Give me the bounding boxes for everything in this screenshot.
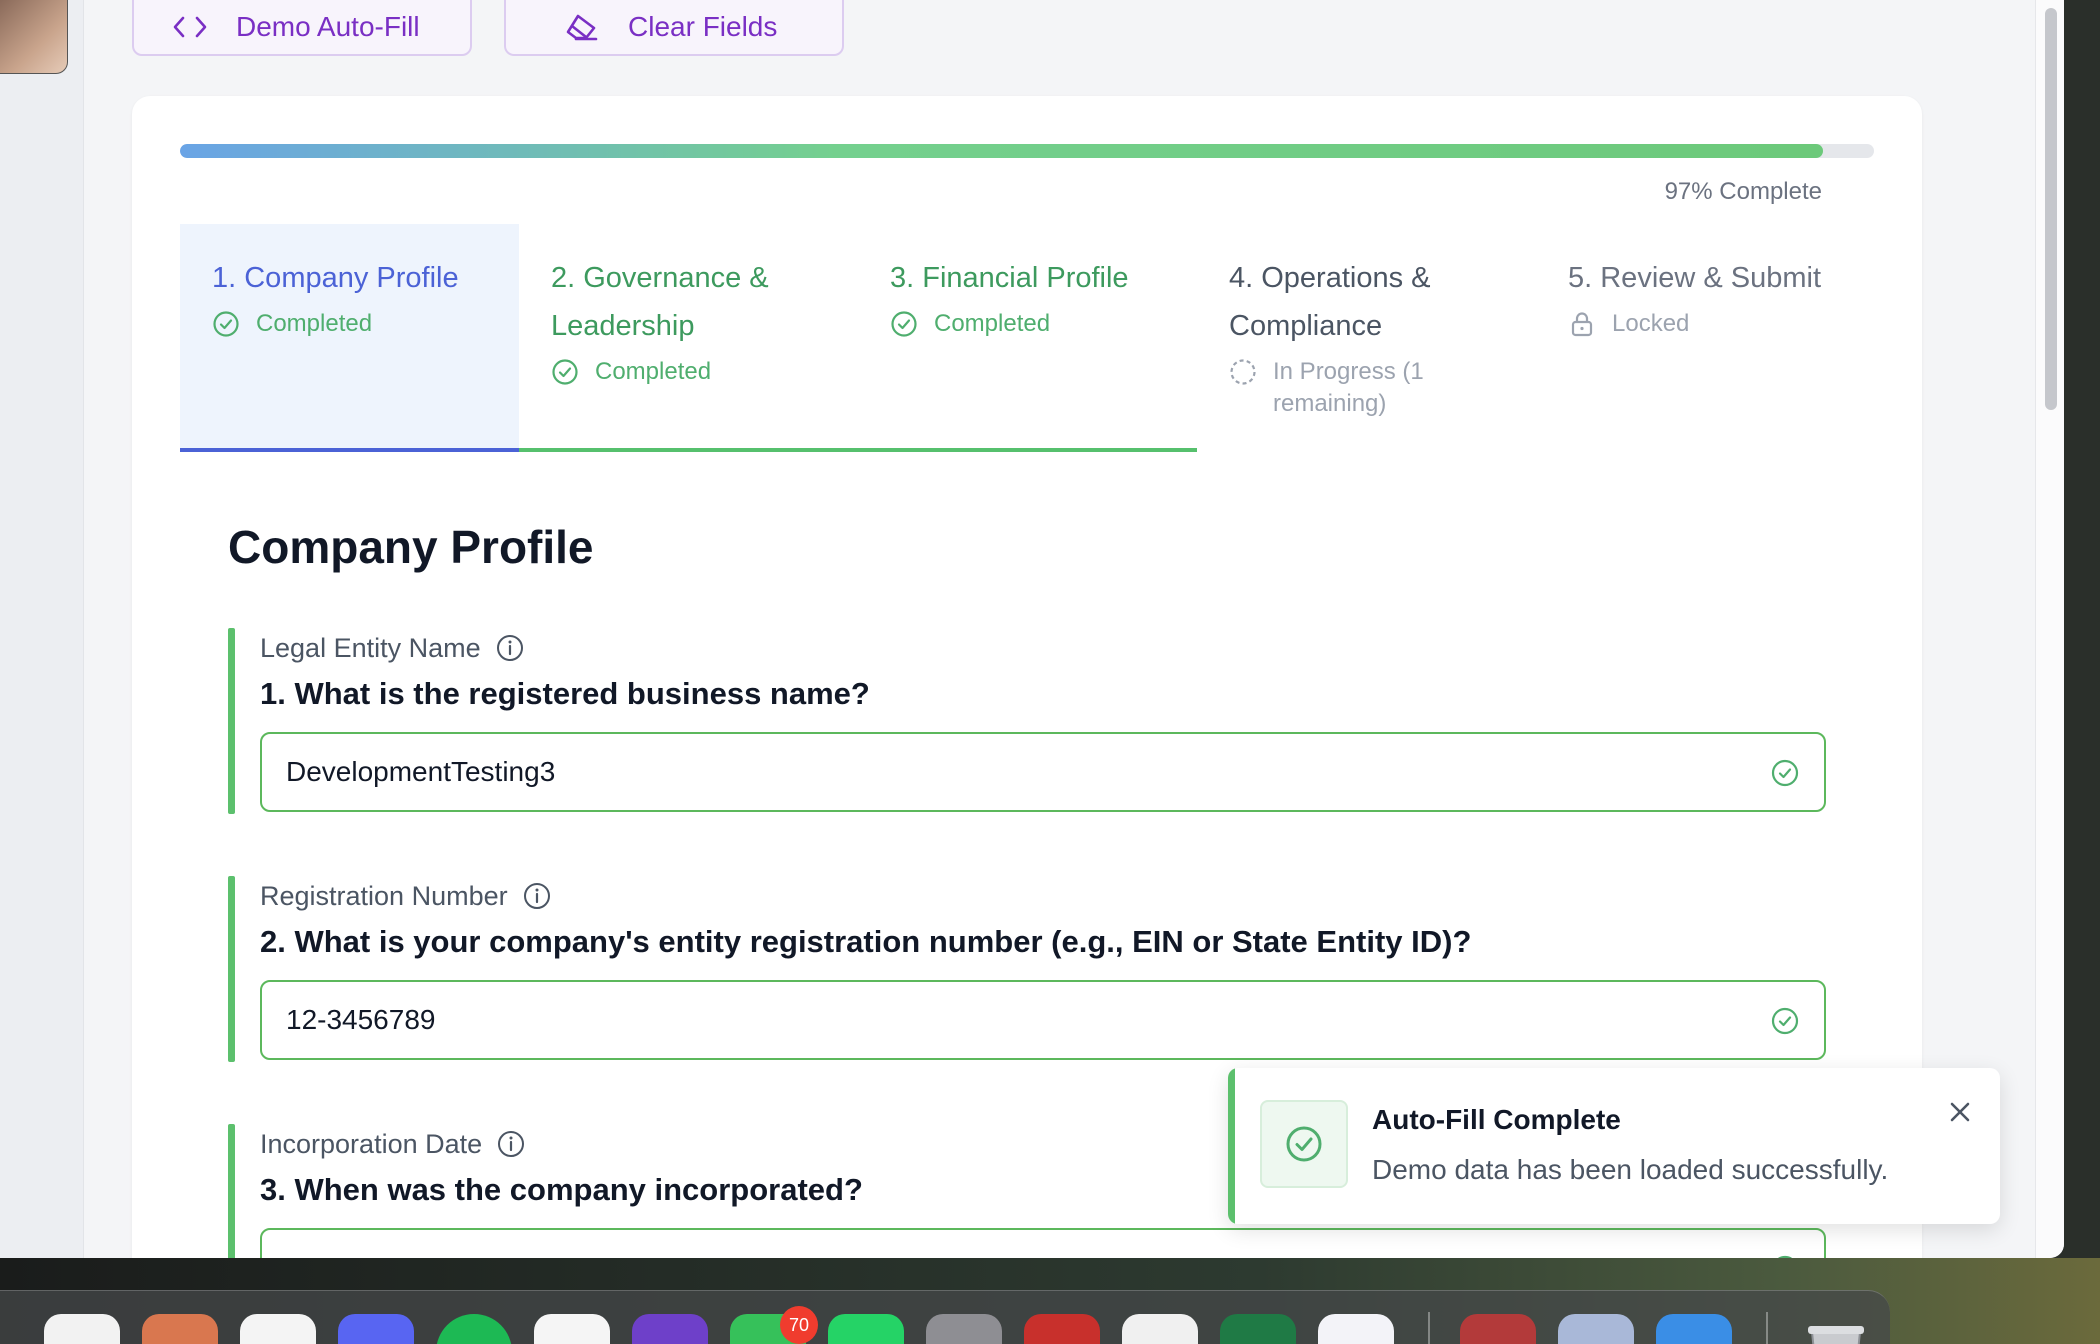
field-question: 1. What is the registered business name? bbox=[260, 676, 870, 711]
check-circle-icon bbox=[213, 311, 239, 337]
toast-success-icon bbox=[1260, 1100, 1348, 1188]
iphone-mirroring-app-icon[interactable] bbox=[926, 1314, 1002, 1344]
scroll-thumb[interactable] bbox=[2045, 8, 2057, 410]
step-status-text: Locked bbox=[1612, 310, 1690, 337]
field-question: 3. When was the company incorporated? bbox=[260, 1172, 863, 1207]
field-accent-bar bbox=[228, 628, 235, 814]
clear-fields-button[interactable]: Clear Fields bbox=[504, 0, 844, 56]
tab-review-submit[interactable]: 5. Review & Submit Locked bbox=[1536, 224, 1875, 450]
slack-app-icon[interactable] bbox=[240, 1314, 316, 1344]
tab-operations-compliance[interactable]: 4. Operations & Compliance In Progress (… bbox=[1197, 224, 1536, 450]
left-panel bbox=[0, 0, 84, 1258]
step-tabs: 1. Company Profile Completed 2. Governan… bbox=[180, 224, 1874, 452]
info-icon[interactable] bbox=[522, 881, 552, 911]
tab-financial-profile[interactable]: 3. Financial Profile Completed bbox=[858, 224, 1197, 450]
tab-governance-leadership[interactable]: 2. Governance & Leadership Completed bbox=[519, 224, 858, 450]
demo-autofill-button[interactable]: Demo Auto-Fill bbox=[132, 0, 472, 56]
acrobat-app-icon[interactable] bbox=[1460, 1314, 1536, 1344]
close-icon[interactable] bbox=[1944, 1096, 1976, 1128]
autofill-toast: Auto-Fill Complete Demo data has been lo… bbox=[1228, 1068, 2000, 1224]
step-status: Completed bbox=[890, 308, 1173, 340]
step-status-text: In Progress (1 remaining) bbox=[1273, 358, 1424, 417]
field-label-text: Incorporation Date bbox=[260, 1128, 483, 1159]
step-status: In Progress (1 remaining) bbox=[1229, 356, 1512, 420]
field-label-text: Registration Number bbox=[260, 880, 508, 911]
whatsapp-app-icon[interactable] bbox=[828, 1314, 904, 1344]
step-title: 4. Operations & Compliance bbox=[1229, 262, 1431, 342]
dock-separator bbox=[1766, 1312, 1768, 1344]
discord-app-icon[interactable] bbox=[338, 1314, 414, 1344]
chatgpt-app-icon[interactable] bbox=[44, 1314, 120, 1344]
trash-icon[interactable] bbox=[1798, 1314, 1874, 1344]
active-step-underline bbox=[180, 448, 519, 452]
clear-fields-label: Clear Fields bbox=[628, 11, 778, 42]
code-icon bbox=[170, 15, 210, 39]
page-scrollbar[interactable] bbox=[2035, 0, 2064, 1258]
excel-app-icon[interactable] bbox=[1220, 1314, 1296, 1344]
step-title: 3. Financial Profile bbox=[890, 262, 1129, 294]
check-circle-icon bbox=[1286, 1126, 1322, 1162]
toast-accent-bar bbox=[1228, 1068, 1235, 1224]
messages-badge: 70 bbox=[780, 1306, 818, 1344]
info-icon[interactable] bbox=[495, 633, 525, 663]
progress-text: 97% Complete bbox=[1664, 178, 1822, 205]
vscode-app-icon[interactable] bbox=[534, 1314, 610, 1344]
check-circle-icon bbox=[1771, 1007, 1799, 1035]
input-value: 12-3456789 bbox=[286, 1004, 436, 1035]
teams-app-icon[interactable] bbox=[1318, 1314, 1394, 1344]
video-thumbnail[interactable] bbox=[0, 0, 68, 74]
dock-separator bbox=[1428, 1312, 1430, 1344]
section-title: Company Profile bbox=[228, 521, 594, 573]
incorporation-date-input[interactable] bbox=[260, 1228, 1826, 1258]
browser-window: Demo Auto-Fill Clear Fields 97% Complete… bbox=[0, 0, 2064, 1258]
field-label-text: Legal Entity Name bbox=[260, 632, 481, 663]
step-status-text: Completed bbox=[256, 310, 373, 337]
in-progress-icon bbox=[1230, 359, 1256, 385]
step-title: 2. Governance & Leadership bbox=[551, 262, 769, 342]
check-circle-icon bbox=[552, 359, 578, 385]
completed-steps-underline bbox=[519, 448, 1197, 452]
step-status-text: Completed bbox=[934, 310, 1051, 337]
progress-fill bbox=[180, 144, 1824, 158]
toolbox-app-icon[interactable] bbox=[1024, 1314, 1100, 1344]
field-label: Registration Number bbox=[260, 876, 552, 916]
tab-company-profile[interactable]: 1. Company Profile Completed bbox=[180, 224, 519, 450]
toast-message: Demo data has been loaded successfully. bbox=[1372, 1154, 1889, 1185]
github-desktop-app-icon[interactable] bbox=[632, 1314, 708, 1344]
demo-autofill-label: Demo Auto-Fill bbox=[236, 11, 420, 42]
progress-bar bbox=[180, 144, 1874, 158]
powerpoint-app-icon[interactable] bbox=[1122, 1314, 1198, 1344]
step-title: 1. Company Profile bbox=[212, 262, 459, 294]
claude-app-icon[interactable] bbox=[142, 1314, 218, 1344]
eraser-icon bbox=[562, 12, 602, 42]
field-question: 2. What is your company's entity registr… bbox=[260, 924, 1472, 959]
info-icon[interactable] bbox=[496, 1129, 526, 1159]
field-label: Incorporation Date bbox=[260, 1124, 526, 1164]
input-value: DevelopmentTesting3 bbox=[286, 756, 556, 787]
check-circle-icon bbox=[1771, 759, 1799, 787]
preview-app-icon[interactable] bbox=[1558, 1314, 1634, 1344]
legal-entity-name-input[interactable]: DevelopmentTesting3 bbox=[260, 732, 1826, 812]
step-title: 5. Review & Submit bbox=[1568, 262, 1822, 294]
lock-icon bbox=[1571, 312, 1593, 337]
registration-number-input[interactable]: 12-3456789 bbox=[260, 980, 1826, 1060]
field-accent-bar bbox=[228, 876, 235, 1062]
toast-title: Auto-Fill Complete bbox=[1372, 1104, 1621, 1135]
step-status: Locked bbox=[1568, 308, 1851, 340]
step-status: Completed bbox=[551, 356, 834, 388]
step-status: Completed bbox=[212, 308, 495, 340]
step-status-text: Completed bbox=[595, 358, 712, 385]
finder-app-icon[interactable] bbox=[1656, 1314, 1732, 1344]
field-label: Legal Entity Name bbox=[260, 628, 525, 668]
field-accent-bar bbox=[228, 1124, 235, 1258]
check-circle-icon bbox=[891, 311, 917, 337]
